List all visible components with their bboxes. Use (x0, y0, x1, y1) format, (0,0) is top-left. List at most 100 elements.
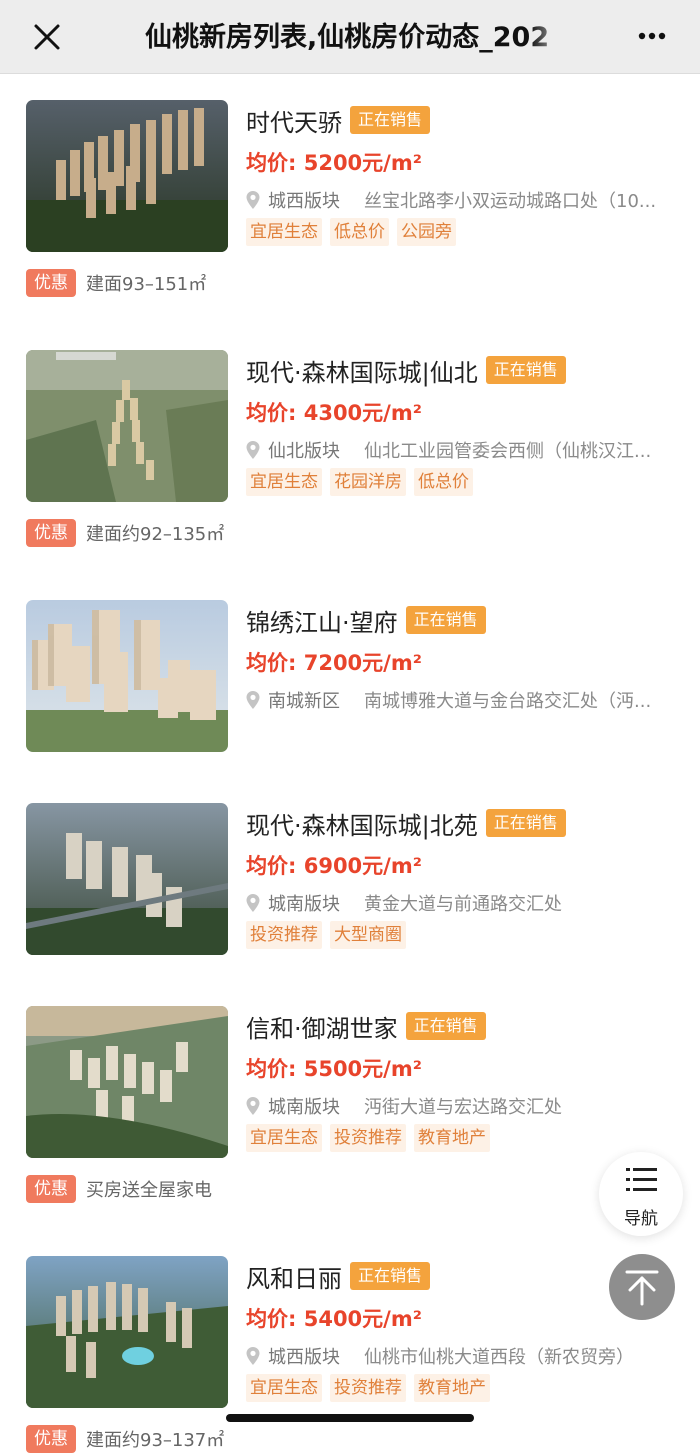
listing-address: 仙北工业园管委会西侧（仙桃汉江... (364, 441, 652, 462)
listing-district: 南城新区 (268, 691, 340, 712)
price-label: 均价: (246, 401, 297, 425)
listing-title-row: 风和日丽 正在销售 (246, 1258, 431, 1294)
title-fade (530, 18, 570, 58)
top-bar: 仙桃新房列表,仙桃房价动态_202 (0, 0, 700, 74)
listing-location: 仙北版块 仙北工业园管委会西侧（仙桃汉江... (246, 436, 676, 464)
listing-price: 均价: 6900元/m² (246, 851, 422, 881)
listing-tag: 投资推荐 (330, 1124, 406, 1152)
listing-tag: 投资推荐 (246, 921, 322, 949)
promo-text: 买房送全屋家电 (86, 1180, 212, 1201)
back-to-top-button[interactable] (609, 1254, 675, 1320)
listing-address: 仙桃市仙桃大道西段（新农贸旁） (364, 1347, 634, 1368)
listing-image[interactable] (26, 1256, 228, 1408)
listing-address: 南城博雅大道与金台路交汇处（沔... (364, 691, 652, 712)
listing-tags: 宜居生态 花园洋房 低总价 (246, 468, 481, 496)
listing-name[interactable]: 信和·御湖世家 (246, 1009, 398, 1044)
price-label: 均价: (246, 651, 297, 675)
price-label: 均价: (246, 1057, 297, 1081)
listing-tag: 花园洋房 (330, 468, 406, 496)
listing-tag: 低总价 (414, 468, 473, 496)
listing-tag: 宜居生态 (246, 1124, 322, 1152)
listing-tag: 投资推荐 (330, 1374, 406, 1402)
listing-district: 仙北版块 (268, 441, 340, 462)
listing-name[interactable]: 锦绣江山·望府 (246, 603, 398, 638)
listing-price: 均价: 7200元/m² (246, 648, 422, 678)
price-value: 5400元/m² (303, 1307, 422, 1331)
listing-title-row: 信和·御湖世家 正在销售 (246, 1008, 486, 1044)
listing-location: 城南版块 沔街大道与宏达路交汇处 (246, 1092, 676, 1120)
listing-image[interactable] (26, 803, 228, 955)
promo-text: 建面约92–135㎡ (86, 524, 225, 545)
location-pin-icon (246, 191, 260, 209)
price-value: 6900元/m² (303, 854, 422, 878)
listing-image[interactable] (26, 1006, 228, 1158)
listing-tags: 投资推荐 大型商圈 (246, 921, 414, 949)
more-dots-icon[interactable] (630, 18, 674, 58)
listing-price: 均价: 5500元/m² (246, 1054, 422, 1084)
listing-district: 城南版块 (268, 1097, 340, 1118)
listing-district: 城西版块 (268, 191, 340, 212)
promo-text: 建面93–151㎡ (86, 274, 207, 295)
price-value: 5500元/m² (303, 1057, 422, 1081)
listing-district: 城南版块 (268, 894, 340, 915)
listing-price: 均价: 5200元/m² (246, 148, 422, 178)
listing-title-row: 锦绣江山·望府 正在销售 (246, 602, 486, 638)
listing-location: 城西版块 丝宝北路李小双运动城路口处（10... (246, 186, 676, 214)
listing-image[interactable] (26, 350, 228, 502)
status-badge: 正在销售 (485, 356, 566, 384)
promo-text: 建面约93–137㎡ (86, 1430, 225, 1451)
home-indicator (226, 1414, 474, 1422)
status-badge: 正在销售 (485, 809, 566, 837)
listing-price: 均价: 5400元/m² (246, 1304, 422, 1334)
listing-title-row: 现代·森林国际城|北苑 正在销售 (246, 805, 566, 841)
listing-name[interactable]: 风和日丽 (246, 1259, 342, 1294)
location-pin-icon (246, 691, 260, 709)
location-pin-icon (246, 1097, 260, 1115)
status-badge: 正在销售 (405, 1012, 486, 1040)
listing-tag: 教育地产 (414, 1374, 490, 1402)
listing-location: 城南版块 黄金大道与前通路交汇处 (246, 889, 676, 917)
page-title: 仙桃新房列表,仙桃房价动态_202 (145, 18, 570, 58)
listing-tags: 宜居生态 投资推荐 教育地产 (246, 1374, 498, 1402)
listing-tag: 教育地产 (414, 1124, 490, 1152)
listing-name[interactable]: 时代天骄 (246, 103, 342, 138)
listing-tag: 宜居生态 (246, 218, 322, 246)
close-icon[interactable] (26, 18, 66, 58)
listing-address: 丝宝北路李小双运动城路口处（10... (364, 191, 657, 212)
status-badge: 正在销售 (405, 606, 486, 634)
listing-title-row: 现代·森林国际城|仙北 正在销售 (246, 352, 566, 388)
listing-tags: 宜居生态 投资推荐 教育地产 (246, 1124, 498, 1152)
promo-row: 优惠 建面93–151㎡ (26, 268, 206, 298)
listing-address: 沔街大道与宏达路交汇处 (364, 1097, 562, 1118)
status-badge: 正在销售 (350, 106, 431, 134)
promo-badge: 优惠 (26, 269, 76, 297)
listing-image[interactable] (26, 100, 228, 252)
listing-location: 南城新区 南城博雅大道与金台路交汇处（沔... (246, 686, 676, 714)
listing-address: 黄金大道与前通路交汇处 (364, 894, 562, 915)
back-to-top-icon (625, 1270, 659, 1306)
promo-row: 优惠 建面约92–135㎡ (26, 518, 224, 548)
listing-tag: 公园旁 (397, 218, 456, 246)
promo-row: 优惠 买房送全屋家电 (26, 1174, 212, 1204)
nav-button[interactable]: 导航 (599, 1152, 683, 1236)
price-value: 7200元/m² (303, 651, 422, 675)
promo-badge: 优惠 (26, 1425, 76, 1453)
listing-tag: 宜居生态 (246, 1374, 322, 1402)
price-value: 4300元/m² (303, 401, 422, 425)
listing-tag: 低总价 (330, 218, 389, 246)
price-label: 均价: (246, 151, 297, 175)
price-value: 5200元/m² (303, 151, 422, 175)
listing-price: 均价: 4300元/m² (246, 398, 422, 428)
listing-name[interactable]: 现代·森林国际城|北苑 (246, 806, 478, 841)
location-pin-icon (246, 1347, 260, 1365)
listing-image[interactable] (26, 600, 228, 752)
location-pin-icon (246, 441, 260, 459)
listing-location: 城西版块 仙桃市仙桃大道西段（新农贸旁） (246, 1342, 676, 1370)
listing-title-row: 时代天骄 正在销售 (246, 102, 431, 138)
listing-name[interactable]: 现代·森林国际城|仙北 (246, 353, 478, 388)
promo-badge: 优惠 (26, 1175, 76, 1203)
page-title-text: 仙桃新房列表,仙桃房价动态_202 (145, 22, 550, 53)
listing-tag: 大型商圈 (330, 921, 406, 949)
status-badge: 正在销售 (350, 1262, 431, 1290)
listing-district: 城西版块 (268, 1347, 340, 1368)
